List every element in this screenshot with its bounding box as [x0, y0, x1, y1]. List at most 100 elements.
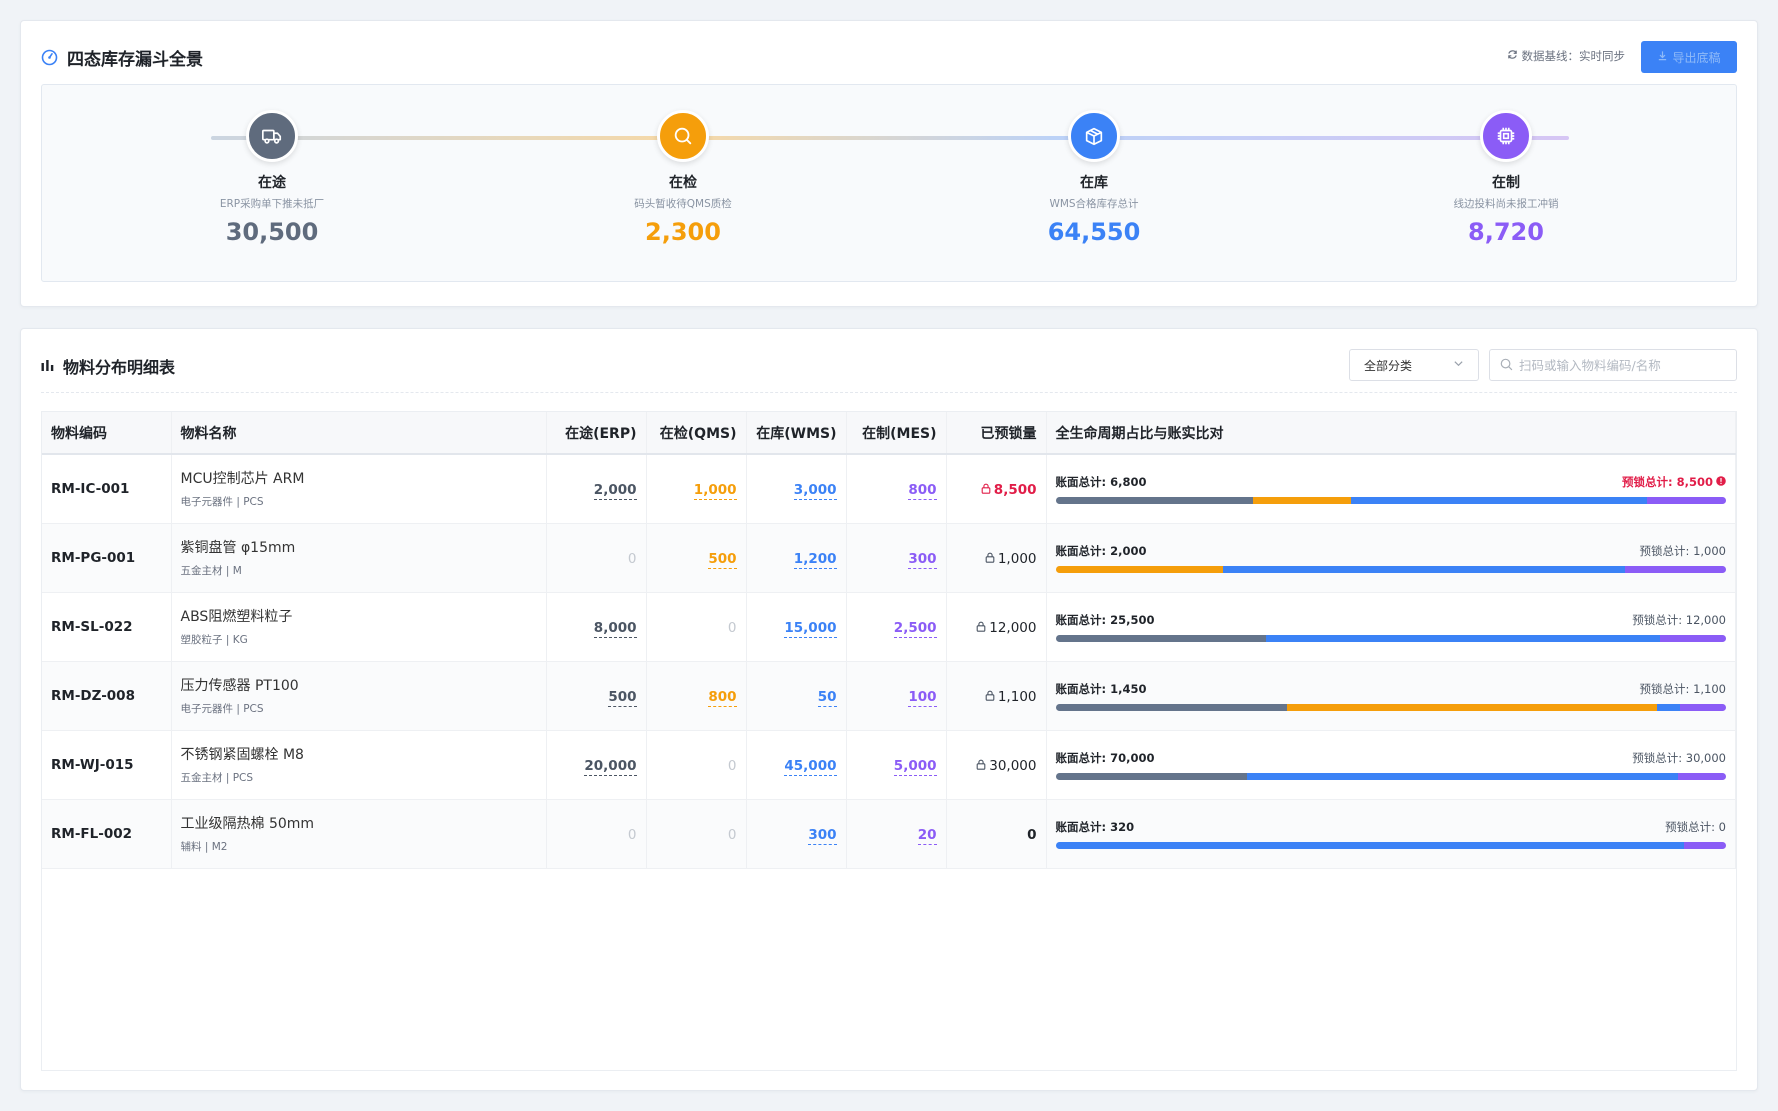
lock-icon: [976, 620, 986, 636]
qty-erp: 0: [627, 551, 637, 567]
qty-qms[interactable]: 800: [708, 689, 737, 707]
lifecycle-cell: 账面总计: 2,000 预锁总计: 1,000: [1046, 523, 1736, 593]
locked-qty: 12,000: [976, 620, 1037, 636]
lock-icon: [985, 551, 995, 567]
lifecycle-bar: [1055, 565, 1726, 573]
bar-segment-wms: [1656, 703, 1680, 711]
bar-segment-mes: [1679, 703, 1726, 711]
qty-mes[interactable]: 100: [908, 689, 937, 707]
material-code: RM-FL-002: [42, 799, 172, 869]
table-row[interactable]: RM-IC-001 MCU控制芯片 ARM 电子元器件 | PCS 2,000 1,00…: [42, 454, 1736, 524]
qty-mes[interactable]: 5,000: [893, 758, 937, 776]
qty-wms[interactable]: 1,200: [793, 551, 837, 569]
qty-qms[interactable]: 1,000: [693, 482, 737, 501]
sync-status: 数据基线：实时同步: [1507, 48, 1626, 64]
col-header-lifecycle[interactable]: 全生命周期占比与账实比对: [1046, 412, 1736, 455]
stage-value: 8,720: [1468, 218, 1544, 246]
export-button[interactable]: 导出底稿: [1641, 41, 1737, 73]
qty-mes[interactable]: 20: [917, 827, 937, 845]
chip-icon: [1480, 110, 1532, 162]
material-category-unit: 电子元器件 | PCS: [180, 496, 264, 509]
qty-wms[interactable]: 15,000: [784, 620, 837, 638]
bar-segment-wms: [1223, 565, 1626, 573]
material-name: MCU控制芯片 ARM: [180, 471, 305, 488]
material-name-cell: 不锈钢紧固螺栓 M8 五金主材 | PCS: [171, 730, 547, 800]
material-category-unit: 五金主材 | PCS: [180, 772, 254, 784]
table-title-text: 物料分布明细表: [63, 358, 176, 377]
search-field[interactable]: [1489, 349, 1737, 381]
bar-segment-qms: [1055, 565, 1224, 573]
qty-erp[interactable]: 500: [608, 689, 637, 707]
qty-erp[interactable]: 20,000: [584, 758, 637, 776]
book-total: 账面总计: 70,000: [1055, 750, 1155, 765]
qty-qms[interactable]: 500: [708, 551, 737, 569]
qty-wms[interactable]: 50: [817, 689, 837, 707]
qty-mes[interactable]: 800: [908, 482, 937, 501]
book-total: 账面总计: 320: [1055, 819, 1135, 834]
lock-total: 预锁总计: 8,500: [1622, 474, 1726, 490]
material-code: RM-SL-022: [42, 592, 172, 662]
qty-mes[interactable]: 300: [908, 551, 937, 569]
locked-qty: 1,000: [985, 551, 1037, 567]
table-row[interactable]: RM-FL-002 工业级隔热棉 50mm 辅料 | M2 0 0 300 20 0 账面总计:…: [42, 799, 1736, 869]
table-row[interactable]: RM-PG-001 紫铜盘管 φ15mm 五金主材 | M 0 500 1,200 300 1…: [42, 523, 1736, 593]
qty-wms[interactable]: 45,000: [784, 758, 837, 776]
stage-in-inspection: 在检 码头暂收待QMS质检 2,300: [553, 110, 813, 246]
lifecycle-cell: 账面总计: 6,800 预锁总计: 8,500: [1046, 454, 1736, 524]
sync-text: 数据基线：实时同步: [1521, 49, 1626, 63]
qty-erp[interactable]: 8,000: [593, 620, 637, 638]
funnel-title: 四态库存漏斗全景: [41, 45, 203, 70]
bar-chart-icon: [41, 357, 54, 376]
col-header-locked[interactable]: 已预锁量: [946, 412, 1047, 455]
material-table-card: 物料分布明细表 全部分类 物料编码 物料名称 在途(ERP) 在检(QMS): [20, 328, 1758, 1091]
qty-qms: 0: [727, 827, 737, 843]
qty-erp[interactable]: 2,000: [593, 482, 637, 501]
book-total: 账面总计: 25,500: [1055, 612, 1155, 627]
col-header-erp[interactable]: 在途(ERP): [546, 412, 647, 455]
search-icon: [1500, 356, 1513, 375]
lock-total-text: 预锁总计: 8,500: [1622, 474, 1713, 489]
bar-segment-erp: [1055, 772, 1248, 780]
qty-wms[interactable]: 3,000: [793, 482, 837, 501]
stage-desc: 码头暂收待QMS质检: [634, 198, 732, 210]
book-total: 账面总计: 1,450: [1055, 681, 1147, 696]
export-button-label: 导出底稿: [1672, 50, 1721, 65]
stage-desc: WMS合格库存总计: [1049, 198, 1139, 210]
table-row[interactable]: RM-SL-022 ABS阻燃塑料粒子 塑胶粒子 | KG 8,000 0 15,000 2…: [42, 592, 1736, 662]
stage-desc: 线边投料尚未报工冲销: [1453, 198, 1559, 210]
search-input[interactable]: [1519, 357, 1726, 373]
lock-total-text: 预锁总计: 0: [1665, 819, 1726, 834]
locked-qty-value: 30,000: [989, 758, 1037, 774]
material-name: 压力传感器 PT100: [180, 678, 299, 694]
lifecycle-bar: [1055, 703, 1726, 711]
bar-segment-erp: [1055, 634, 1266, 642]
col-header-qms[interactable]: 在检(QMS): [646, 412, 747, 455]
qty-wms[interactable]: 300: [808, 827, 837, 845]
stage-in-transit: 在途 ERP采购单下推未抵厂 30,500: [142, 110, 402, 246]
funnel-connector-line: [211, 136, 1569, 140]
material-category-unit: 辅料 | M2: [180, 841, 228, 853]
lifecycle-bar: [1055, 496, 1726, 504]
gauge-icon: [41, 49, 58, 66]
alert-icon: [1716, 475, 1726, 489]
bar-segment-mes: [1678, 772, 1726, 780]
col-header-name[interactable]: 物料名称: [171, 412, 547, 455]
col-header-code[interactable]: 物料编码: [42, 412, 172, 455]
material-name-cell: ABS阻燃塑料粒子 塑胶粒子 | KG: [171, 592, 547, 662]
refresh-icon: [1507, 49, 1518, 63]
table-row[interactable]: RM-DZ-008 压力传感器 PT100 电子元器件 | PCS 500 800 50 1…: [42, 661, 1736, 731]
lock-total: 预锁总计: 30,000: [1632, 750, 1726, 766]
qty-mes[interactable]: 2,500: [893, 620, 937, 638]
bar-segment-wms: [1055, 841, 1685, 849]
material-name: 工业级隔热棉 50mm: [180, 816, 315, 832]
bar-segment-erp: [1055, 496, 1253, 504]
lock-total: 预锁总计: 0: [1665, 819, 1726, 835]
funnel-card: 四态库存漏斗全景 数据基线：实时同步 导出底稿 在途 ERP采购单下推未抵厂 3…: [20, 20, 1758, 307]
col-header-wms[interactable]: 在库(WMS): [746, 412, 847, 455]
category-select[interactable]: 全部分类: [1349, 349, 1479, 381]
book-total: 账面总计: 6,800: [1055, 474, 1147, 489]
bar-segment-wms: [1265, 634, 1661, 642]
material-name-cell: 压力传感器 PT100 电子元器件 | PCS: [171, 661, 547, 731]
table-row[interactable]: RM-WJ-015 不锈钢紧固螺栓 M8 五金主材 | PCS 20,000 0 45,0…: [42, 730, 1736, 800]
col-header-mes[interactable]: 在制(MES): [846, 412, 947, 455]
